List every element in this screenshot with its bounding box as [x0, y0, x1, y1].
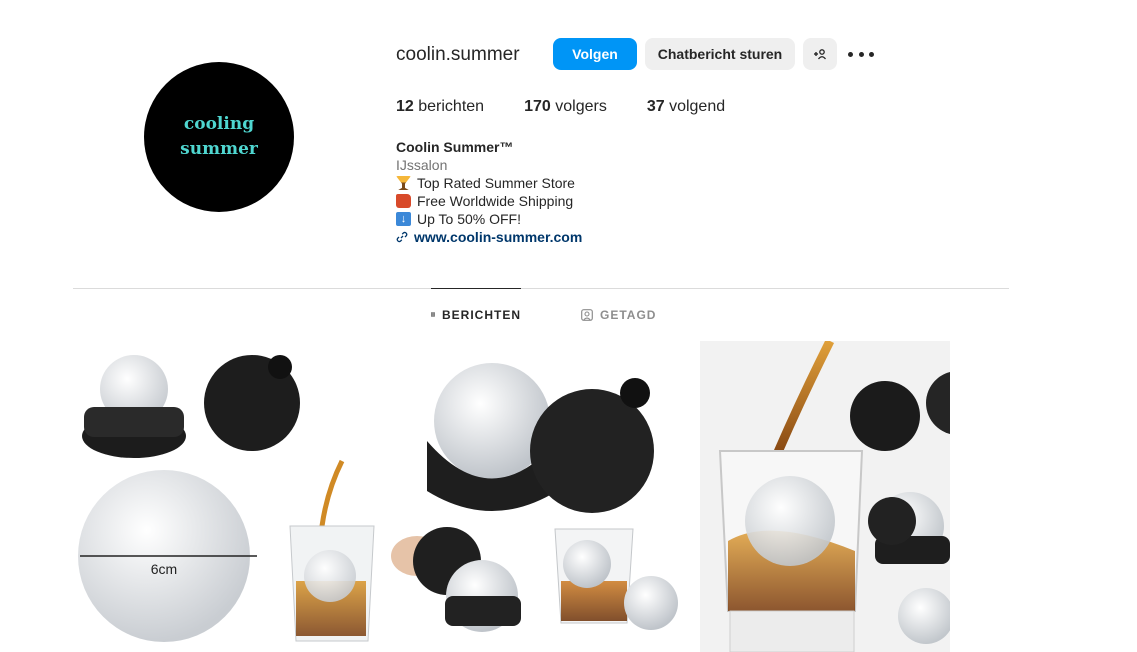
cocktail-emoji-icon — [396, 176, 411, 190]
following-stat[interactable]: 37 volgend — [647, 98, 725, 116]
avatar-text-line2: summer — [180, 139, 258, 159]
follow-button[interactable]: Volgen — [553, 38, 637, 70]
ice-ball-mold-image-2 — [391, 363, 678, 632]
post-thumbnail-2[interactable] — [387, 341, 697, 652]
bio-line-1: Top Rated Summer Store — [396, 174, 582, 192]
profile-avatar[interactable]: cooling summer — [144, 62, 294, 212]
tab-tagged[interactable]: GETAGD — [581, 289, 656, 341]
bio-line-3: ↓ Up To 50% OFF! — [396, 210, 582, 228]
tabs-divider — [73, 288, 1009, 289]
grid-icon — [431, 312, 435, 317]
bio-link[interactable]: www.coolin-summer.com — [396, 228, 582, 246]
link-icon — [396, 231, 408, 243]
post-thumbnail-1[interactable]: 6cm — [72, 341, 384, 652]
message-button[interactable]: Chatbericht sturen — [645, 38, 795, 70]
following-label: volgend — [669, 98, 726, 115]
profile-stats: 12 berichten 170 volgers 37 volgend — [396, 98, 765, 116]
avatar-text-line1: cooling — [183, 114, 255, 134]
down-arrow-emoji-icon: ↓ — [396, 212, 411, 226]
profile-name: Coolin Summer™ — [396, 139, 514, 155]
following-count: 37 — [646, 98, 665, 115]
profile-category: IJssalon — [396, 157, 448, 173]
followers-count: 170 — [524, 98, 551, 115]
truck-emoji-icon — [396, 194, 411, 208]
posts-label: berichten — [418, 98, 485, 115]
username: coolin.summer — [396, 44, 520, 65]
followers-stat[interactable]: 170 volgers — [524, 98, 607, 116]
tab-posts[interactable]: BERICHTEN — [431, 288, 521, 340]
post-thumbnail-3[interactable] — [700, 341, 950, 652]
followers-label: volgers — [555, 98, 607, 115]
size-label: 6cm — [151, 561, 177, 577]
bio-line-2-text: Free Worldwide Shipping — [417, 193, 574, 209]
add-user-button[interactable] — [803, 38, 837, 70]
posts-stat[interactable]: 12 berichten — [396, 98, 484, 116]
bio-line-2: Free Worldwide Shipping — [396, 192, 582, 210]
bio-link-text: www.coolin-summer.com — [414, 229, 583, 245]
ice-ball-mold-image-3 — [700, 341, 950, 652]
bio-line-1-text: Top Rated Summer Store — [417, 175, 575, 191]
ice-ball-mold-image-1: 6cm — [78, 355, 375, 642]
tab-posts-label: BERICHTEN — [441, 307, 521, 322]
profile-bio: Coolin Summer™ IJssalon Top Rated Summer… — [396, 138, 582, 246]
add-user-icon — [814, 49, 827, 60]
bio-line-3-text: Up To 50% OFF! — [417, 211, 522, 227]
tagged-icon — [581, 309, 593, 321]
tab-tagged-label: GETAGD — [600, 308, 657, 322]
posts-count: 12 — [396, 98, 414, 115]
more-options-icon[interactable] — [848, 44, 874, 64]
